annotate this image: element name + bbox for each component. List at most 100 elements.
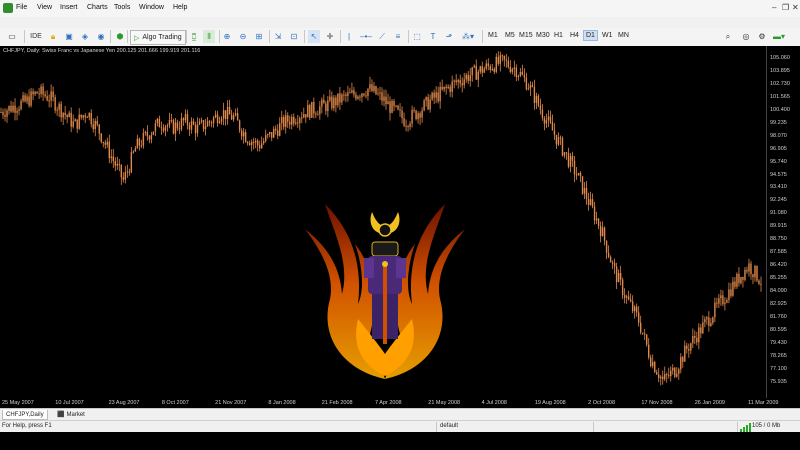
candle-body <box>12 105 14 112</box>
candle-body <box>631 301 634 312</box>
price-tick-label: 101.565 <box>770 93 790 100</box>
data-window-icon[interactable]: ◉ <box>96 30 106 43</box>
connection-status-icon[interactable]: ▬▾ <box>772 30 786 43</box>
new-chart-icon[interactable]: ▭ <box>4 30 20 43</box>
menu-tools[interactable]: Tools <box>114 4 130 11</box>
tf-w1[interactable]: W1 <box>600 31 615 40</box>
candle-body <box>485 63 487 69</box>
text-icon[interactable]: T <box>428 30 438 43</box>
candle-body <box>547 116 550 121</box>
settings-icon[interactable]: ⚙ <box>757 30 767 43</box>
candle-body <box>116 163 119 166</box>
candlestick-icon[interactable]: ⧮ <box>189 30 199 43</box>
candle-body <box>662 376 664 380</box>
candle-body <box>724 302 726 305</box>
candle-body <box>453 80 455 82</box>
candle-body <box>656 372 658 375</box>
candle-body <box>325 103 327 112</box>
candle-body <box>188 125 191 130</box>
shapes-icon[interactable]: ⬚ <box>412 30 422 43</box>
candle-body <box>633 306 636 312</box>
tf-m5[interactable]: M5 <box>503 31 517 40</box>
search-icon[interactable]: ⌕ <box>723 30 733 43</box>
price-tick-label: 94.575 <box>770 171 787 178</box>
candle-body <box>698 327 700 343</box>
scroll-end-icon[interactable]: ⇲ <box>273 30 283 43</box>
candle-body <box>329 96 331 101</box>
menu-help[interactable]: Help <box>173 4 187 11</box>
candle-body <box>431 92 433 100</box>
strategy-tester-icon[interactable]: ⬢ <box>115 30 125 43</box>
navigator-icon[interactable]: ◈ <box>80 30 90 43</box>
tf-m30[interactable]: M30 <box>534 31 552 40</box>
crosshair-icon[interactable]: ✛ <box>325 30 335 43</box>
candle-body <box>72 121 74 127</box>
candle-body <box>214 114 217 118</box>
menu-charts[interactable]: Charts <box>87 4 108 11</box>
tf-h1[interactable]: H1 <box>552 31 565 40</box>
candle-body <box>529 85 532 89</box>
menu-view[interactable]: View <box>37 4 52 11</box>
account-icon[interactable]: ◎ <box>741 30 751 43</box>
tab-chfjpy-daily[interactable]: CHFJPY,Daily <box>2 410 48 420</box>
price-tick-label: 77.100 <box>770 365 787 372</box>
tab-market[interactable]: ⬛ Market <box>54 410 88 419</box>
candle-body <box>625 296 628 298</box>
market-watch-icon[interactable]: ▣ <box>64 30 74 43</box>
candle-body <box>341 94 343 103</box>
screenshot-icon[interactable]: ⊡ <box>289 30 299 43</box>
arrow-label-icon[interactable]: ⬏ <box>444 30 454 43</box>
toolbar-divider <box>482 30 483 43</box>
candle-body <box>563 152 566 156</box>
candle-body <box>40 86 42 94</box>
candle-body <box>202 120 205 130</box>
tf-m15[interactable]: M15 <box>517 31 535 40</box>
candle-body <box>248 143 251 146</box>
candle-body <box>70 112 72 127</box>
ide-button[interactable]: IDE <box>28 30 44 43</box>
algo-trading-button[interactable]: ▷ Algo Trading <box>130 30 186 45</box>
chart-area[interactable]: CHFJPY, Daily: Swiss Franc vs Japanese Y… <box>0 46 800 408</box>
candle-body <box>654 362 656 373</box>
tf-h4[interactable]: H4 <box>568 31 581 40</box>
menu-insert[interactable]: Insert <box>60 4 78 11</box>
candle-body <box>152 131 155 135</box>
tf-m1[interactable]: M1 <box>486 31 500 40</box>
cursor-icon[interactable]: ↖ <box>308 30 320 43</box>
candle-body <box>345 94 347 96</box>
trendline-icon[interactable]: ⟋ <box>377 30 387 43</box>
price-tick-label: 100.400 <box>770 106 790 113</box>
candle-body <box>208 121 211 123</box>
close-icon[interactable]: ✕ <box>792 3 799 12</box>
restore-icon[interactable]: ❐ <box>782 3 789 12</box>
horizontal-line-icon[interactable]: –•– <box>360 30 372 43</box>
bar-chart-icon[interactable]: ⫴ <box>203 30 215 43</box>
candle-body <box>34 91 36 95</box>
menu-file[interactable]: File <box>16 4 27 11</box>
lock-icon[interactable]: 🔒︎ <box>48 30 58 43</box>
candle-body <box>449 86 451 92</box>
vertical-line-icon[interactable]: | <box>344 30 354 43</box>
zoom-in-icon[interactable]: ⊕ <box>222 30 232 43</box>
time-tick-label: 19 Aug 2008 <box>534 400 566 406</box>
minimize-icon[interactable]: – <box>772 3 776 12</box>
candle-body <box>281 117 283 124</box>
candle-body <box>423 100 425 111</box>
candle-body <box>684 345 686 362</box>
tf-mn[interactable]: MN <box>616 31 631 40</box>
time-tick-label: 21 Feb 2008 <box>321 400 353 406</box>
tf-d1[interactable]: D1 <box>583 30 598 41</box>
status-divider <box>737 422 738 432</box>
zoom-out-icon[interactable]: ⊖ <box>238 30 248 43</box>
candle-body <box>371 84 373 91</box>
grid-icon[interactable]: ⊞ <box>254 30 264 43</box>
menu-window[interactable]: Window <box>139 4 164 11</box>
candle-body <box>130 152 133 173</box>
channel-icon[interactable]: ≡ <box>393 30 403 43</box>
candle-body <box>283 117 285 127</box>
candle-body <box>228 107 231 115</box>
objects-dropdown-icon[interactable]: ⁂▾ <box>460 30 476 43</box>
candle-body <box>704 319 706 323</box>
candle-body <box>533 86 536 103</box>
candle-body <box>18 109 20 111</box>
